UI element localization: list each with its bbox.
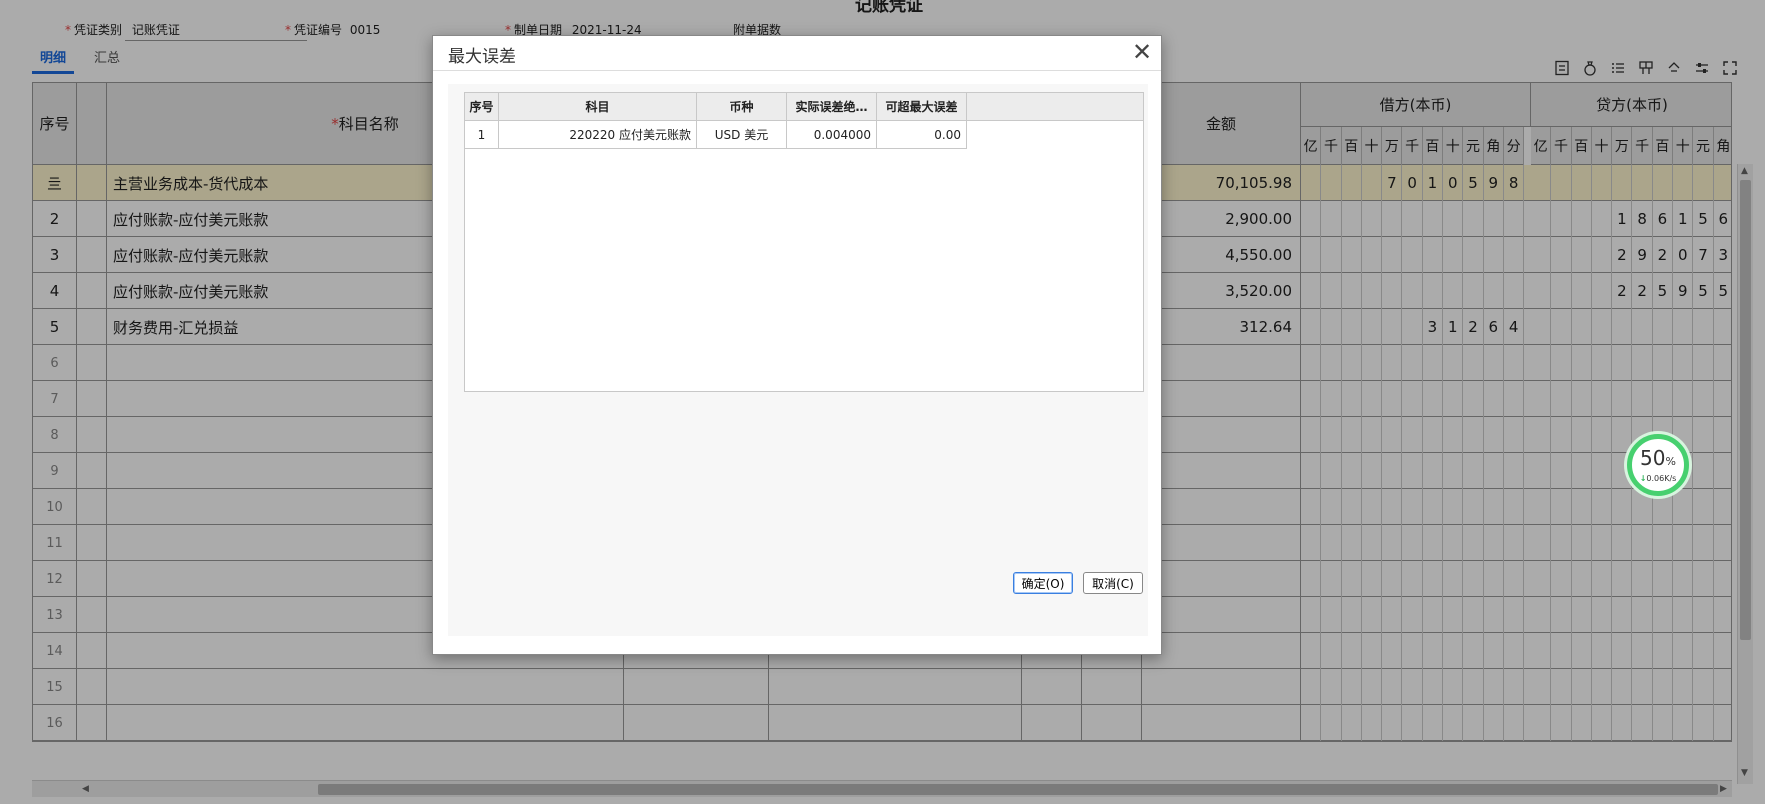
close-icon[interactable]: ✕ [1129,38,1155,66]
row-seq[interactable]: 1 [465,121,499,149]
error-table: 序号 科目 币种 实际误差绝… 可超最大误差 1 220220 应付美元账款 U… [464,92,1144,392]
col-header-max-error: 可超最大误差 [877,93,967,121]
col-header-subject: 科目 [499,93,697,121]
dialog-body: 序号 科目 币种 实际误差绝… 可超最大误差 1 220220 应付美元账款 U… [448,84,1148,636]
dialog-title: 最大误差 [448,47,516,67]
row-max-error[interactable]: 0.00 [877,121,967,149]
row-currency[interactable]: USD 美元 [697,121,787,149]
speed-value: 0.06K/s [1646,473,1677,483]
row-actual-error[interactable]: 0.004000 [787,121,877,149]
speed-percent: 50 [1640,445,1666,470]
cancel-button[interactable]: 取消(C) [1083,572,1143,594]
col-header-actual-error: 实际误差绝… [787,93,877,121]
col-header-currency: 币种 [697,93,787,121]
col-header-seq: 序号 [465,93,499,121]
ok-button[interactable]: 确定(O) [1013,572,1073,594]
row-subject[interactable]: 220220 应付美元账款 [499,121,697,149]
max-error-dialog: 最大误差 ✕ 序号 科目 币种 实际误差绝… 可超最大误差 1 220220 应… [432,35,1162,655]
network-speed-widget[interactable]: 50% ↓0.06K/s [1627,434,1689,496]
